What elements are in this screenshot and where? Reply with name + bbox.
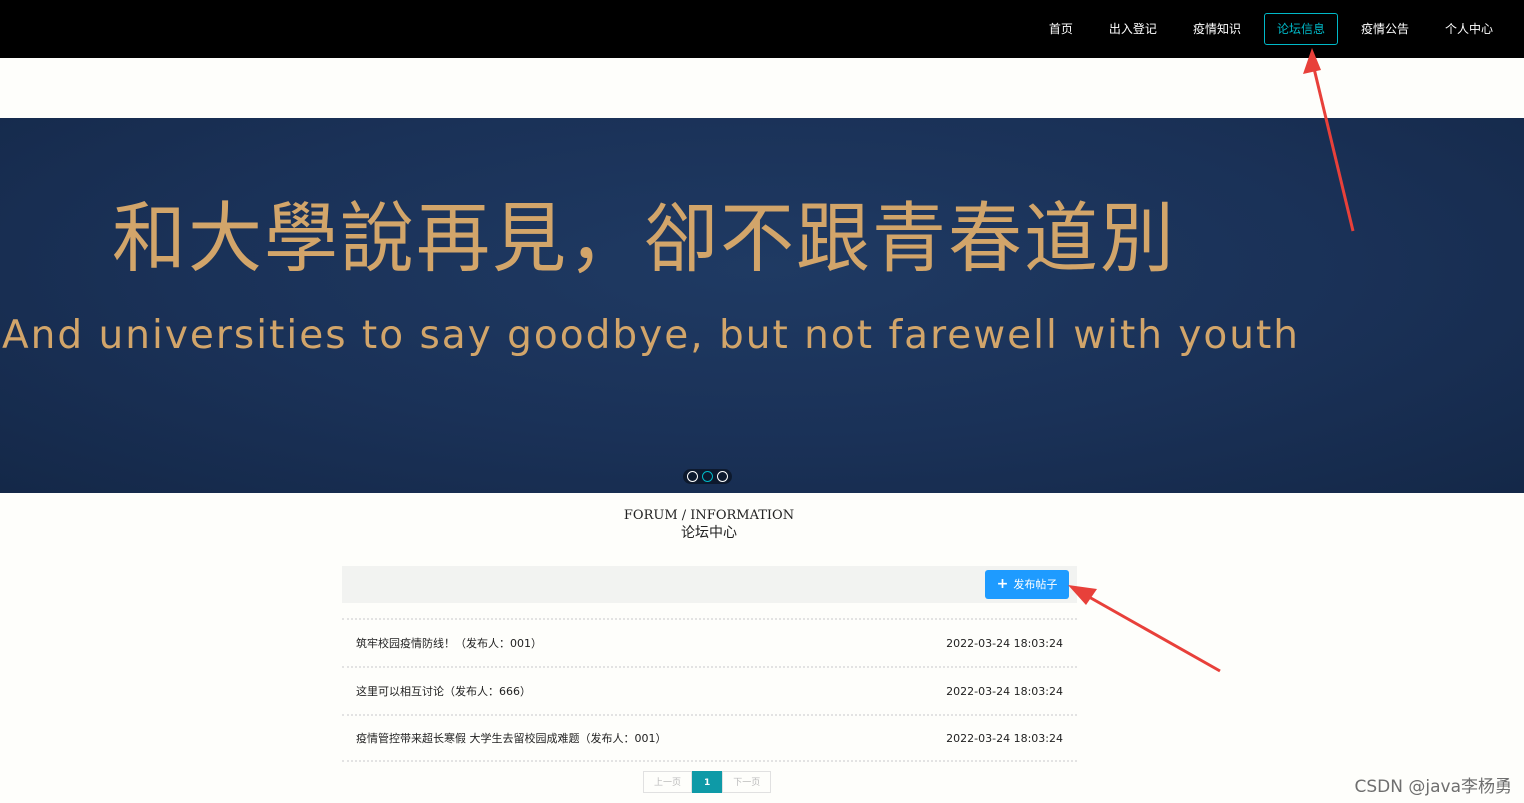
list-item[interactable]: 筑牢校园疫情防线！（发布人：001） 2022-03-24 18:03:24 [342,618,1077,666]
section-title-cn: 论坛中心 [681,525,737,541]
carousel-dot-1[interactable] [687,471,698,482]
top-nav-bar: 首页 出入登记 疫情知识 论坛信息 疫情公告 个人中心 [0,0,1524,58]
pagination: 上一页 1 下一页 [643,771,772,793]
banner-subline: And universities to say goodbye, but not… [2,313,1301,358]
nav-entry-registration[interactable]: 出入登记 [1096,13,1170,45]
watermark: CSDN @java李杨勇 [1354,777,1513,797]
add-post-button[interactable]: + 发布帖子 [985,570,1069,599]
post-title[interactable]: 疫情管控带来超长寒假 大学生去留校园成难题（发布人：001） [356,730,667,746]
list-item[interactable]: 疫情管控带来超长寒假 大学生去留校园成难题（发布人：001） 2022-03-2… [342,714,1077,762]
carousel-indicators [683,469,732,484]
post-time: 2022-03-24 18:03:24 [946,636,1063,650]
nav-personal-center[interactable]: 个人中心 [1432,13,1506,45]
plus-icon: + [996,576,1009,592]
annotation-arrow-button [1068,585,1221,673]
post-title[interactable]: 筑牢校园疫情防线！（发布人：001） [356,635,542,651]
post-time: 2022-03-24 18:03:24 [946,684,1063,698]
add-post-label: 发布帖子 [1013,578,1058,591]
section-title-en: FORUM / INFORMATION [623,508,795,523]
section-heading: FORUM / INFORMATION 论坛中心 [0,508,1418,543]
carousel-dot-2[interactable] [702,471,713,482]
nav-home[interactable]: 首页 [1036,13,1086,45]
nav-epidemic-notice[interactable]: 疫情公告 [1348,13,1422,45]
banner-carousel: 和大學說再見，卻不跟青春道別 And universities to say g… [0,118,1524,493]
forum-toolbar: + 发布帖子 [342,566,1077,603]
banner-headline: 和大學說再見，卻不跟青春道別 [112,194,1176,284]
page-number-button[interactable]: 1 [692,771,723,793]
main-nav: 首页 出入登记 疫情知识 论坛信息 疫情公告 个人中心 [1026,13,1506,45]
post-list: 筑牢校园疫情防线！（发布人：001） 2022-03-24 18:03:24 这… [342,618,1077,762]
post-title[interactable]: 这里可以相互讨论（发布人：666） [356,683,531,699]
prev-page-button[interactable]: 上一页 [643,771,693,793]
post-time: 2022-03-24 18:03:24 [946,731,1063,745]
next-page-button[interactable]: 下一页 [722,771,772,793]
nav-epidemic-knowledge[interactable]: 疫情知识 [1180,13,1254,45]
list-item[interactable]: 这里可以相互讨论（发布人：666） 2022-03-24 18:03:24 [342,666,1077,714]
nav-forum[interactable]: 论坛信息 [1263,13,1338,45]
carousel-dot-3[interactable] [717,471,728,482]
